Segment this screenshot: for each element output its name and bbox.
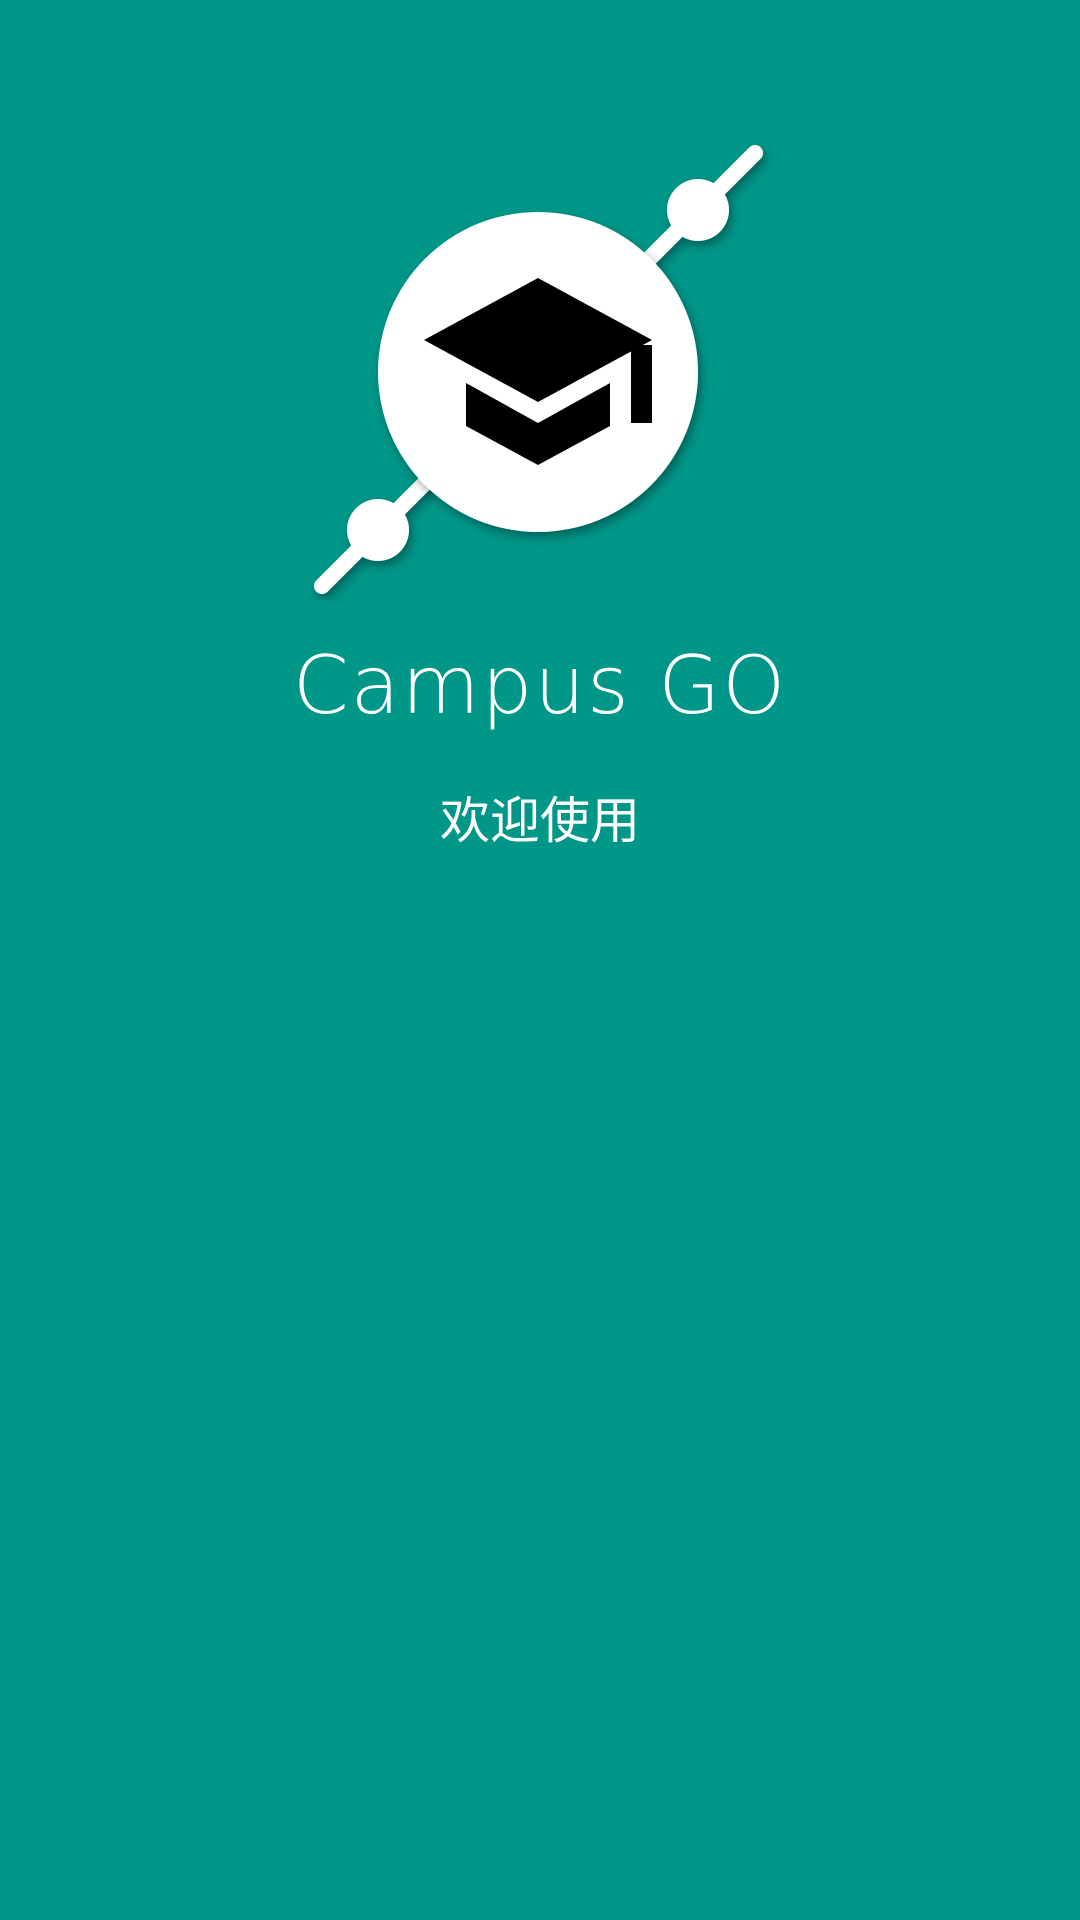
splash-screen: Campus GO 欢迎使用 — [0, 0, 1080, 1920]
app-logo-graphic — [314, 145, 763, 594]
app-title: Campus GO — [292, 639, 788, 732]
welcome-text: 欢迎使用 — [440, 792, 640, 850]
app-logo — [300, 140, 780, 600]
